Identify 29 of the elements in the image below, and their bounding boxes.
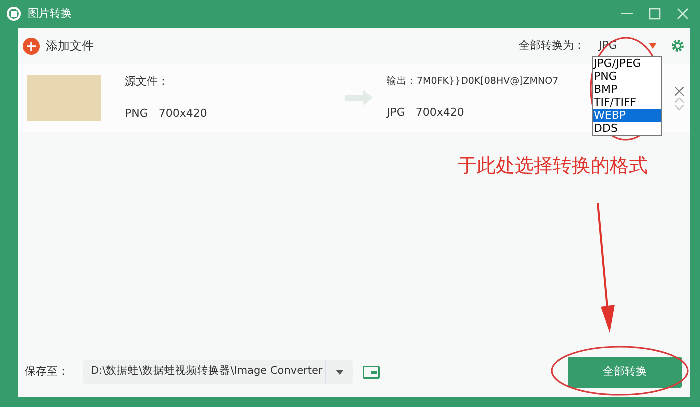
- arrow-right-icon: [345, 90, 373, 106]
- format-option[interactable]: TIF/TIFF: [593, 96, 661, 109]
- format-option[interactable]: JPG/JPEG: [593, 57, 661, 70]
- minimize-icon: [621, 13, 633, 15]
- maximize-icon: [649, 8, 661, 20]
- chevron-down-icon[interactable]: [675, 104, 684, 110]
- remove-icon[interactable]: [675, 86, 684, 96]
- format-option[interactable]: BMP: [593, 83, 661, 96]
- close-icon: [677, 8, 689, 20]
- add-file-button[interactable]: 添加文件: [23, 37, 94, 55]
- convert-all-label: 全部转换为：: [519, 38, 585, 54]
- format-option[interactable]: WEBP: [593, 109, 661, 122]
- settings-icon[interactable]: [671, 39, 685, 53]
- chevron-up-icon[interactable]: [675, 98, 684, 102]
- format-option[interactable]: PNG: [593, 70, 661, 83]
- output-file-name: 输出：7M0FK}}D0K[08HV@]ZMNO7: [387, 74, 560, 89]
- annotation-text: 于此处选择转换的格式: [458, 154, 648, 179]
- source-file-info: PNG 700x420: [125, 106, 208, 122]
- save-path-field[interactable]: D:\数据蛙\数据蛙视频转换器\Image Converter: [83, 360, 353, 384]
- output-file-info: JPG 700x420: [387, 104, 466, 121]
- format-option[interactable]: DDS: [593, 122, 661, 135]
- source-file-label: 源文件：: [125, 74, 170, 90]
- save-to-label: 保存至：: [25, 364, 69, 380]
- folder-icon[interactable]: [363, 366, 380, 378]
- caret-down-icon[interactable]: [336, 370, 344, 374]
- window-title: 图片转换: [28, 6, 72, 22]
- plus-icon: [27, 42, 36, 50]
- converter-logo-icon: [6, 6, 22, 22]
- caret-icon: [649, 43, 657, 49]
